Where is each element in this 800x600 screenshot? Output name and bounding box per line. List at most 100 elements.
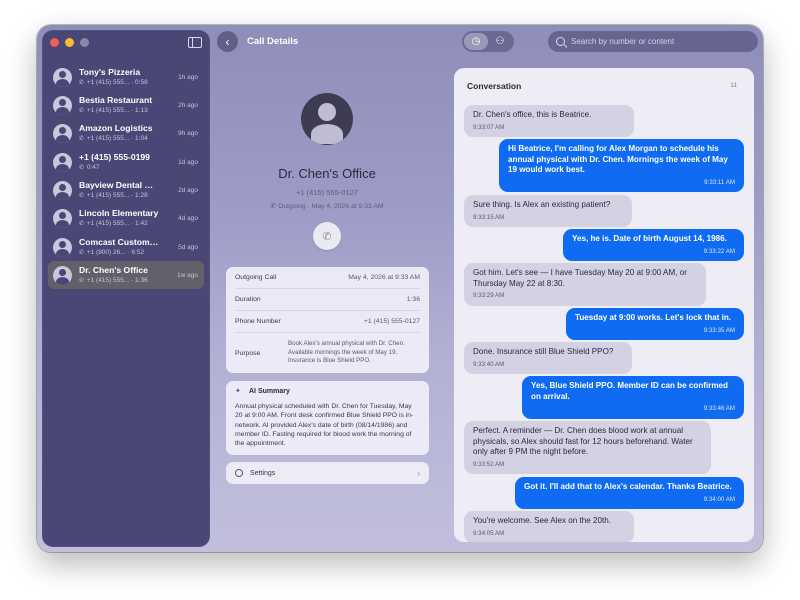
- search-input[interactable]: Search by number or content: [548, 31, 758, 52]
- call-meta: ✆ Outgoing · May 4, 2026 at 9:33 AM: [227, 202, 427, 210]
- message-outgoing: Yes, Blue Shield PPO. Member ID can be c…: [522, 376, 744, 419]
- call-name: +1 (415) 555-0199: [79, 151, 150, 162]
- message-incoming: Perfect. A reminder — Dr. Chen does bloo…: [464, 421, 711, 475]
- info-value: May 4, 2026 at 9:33 AM: [348, 274, 420, 281]
- minimize-dot[interactable]: [65, 38, 74, 47]
- message-incoming: You're welcome. See Alex on the 20th. 9:…: [464, 511, 634, 542]
- search-placeholder: Search by number or content: [571, 37, 675, 46]
- call-list-item[interactable]: Tony's Pizzeria ✆ +1 (415) 555... · 0:58…: [48, 63, 204, 91]
- gear-icon: [235, 469, 243, 477]
- settings-label: Settings: [250, 469, 276, 477]
- call-time: 1w ago: [177, 271, 198, 279]
- info-value: Book Alex's annual physical with Dr. Che…: [288, 340, 405, 365]
- call-list-item[interactable]: +1 (415) 555-0199 ✆ 0:47 1d ago: [48, 148, 204, 176]
- ai-summary-title: AI Summary: [249, 387, 290, 395]
- back-button[interactable]: ‹: [217, 31, 238, 52]
- ai-summary-body: Annual physical scheduled with Dr. Chen …: [235, 403, 414, 448]
- message-text: Dr. Chen's office, this is Beatrice.: [473, 110, 592, 119]
- call-list-item[interactable]: Lincoln Elementary ✆ +1 (415) 555... · 1…: [48, 205, 204, 233]
- call-time: 5d ago: [178, 243, 198, 251]
- chevron-right-icon: ›: [417, 468, 420, 478]
- message-incoming: Dr. Chen's office, this is Beatrice. 9:3…: [464, 105, 634, 138]
- contact-phone: +1 (415) 555-0127: [296, 188, 358, 197]
- search-icon: [556, 37, 565, 46]
- call-list: Tony's Pizzeria ✆ +1 (415) 555... · 0:58…: [48, 63, 204, 290]
- avatar: [53, 180, 72, 200]
- call-time: 9h ago: [178, 130, 198, 138]
- avatar: [53, 67, 72, 87]
- call-sub: 0:47: [86, 163, 100, 171]
- info-label: Outgoing Call: [235, 274, 277, 281]
- message-incoming: Got him. Let's see — I have Tuesday May …: [464, 263, 706, 306]
- phone-icon: ✆: [322, 230, 332, 243]
- ai-summary-header: ✦ AI Summary: [235, 387, 420, 396]
- call-list-item[interactable]: Amazon Logistics ✆ +1 (415) 555... · 1:0…: [48, 120, 204, 148]
- window-controls: [50, 38, 89, 47]
- message-text: Yes, Blue Shield PPO. Member ID can be c…: [531, 381, 729, 401]
- call-name: Lincoln Elementary: [79, 208, 159, 219]
- message-time: 9:33:29 AM: [473, 292, 505, 300]
- conversation-panel[interactable]: Conversation 11 Dr. Chen's office, this …: [454, 68, 754, 542]
- call-meta-text: Outgoing · May 4, 2026 at 9:33 AM: [278, 203, 384, 210]
- message-time: 9:33:52 AM: [473, 460, 505, 468]
- message-outgoing: Tuesday at 9:00 works. Let's lock that i…: [566, 308, 744, 341]
- call-sub: +1 (415) 555... · 1:04: [86, 135, 148, 143]
- phone-icon: ✆: [270, 203, 277, 210]
- info-label: Duration: [235, 296, 261, 303]
- phone-icon: ✆: [79, 107, 85, 114]
- call-button[interactable]: ✆: [313, 222, 341, 250]
- phone-icon: ✆: [79, 136, 85, 143]
- call-time: 2h ago: [178, 101, 198, 109]
- call-list-item[interactable]: Bayview Dental Cli... ✆ +1 (415) 555... …: [48, 176, 204, 204]
- app-window: Tony's Pizzeria ✆ +1 (415) 555... · 0:58…: [37, 25, 763, 552]
- info-label: Phone Number: [235, 318, 281, 325]
- message-text: Sure thing. Is Alex an existing patient?: [473, 200, 611, 209]
- info-row: Duration 1:36: [235, 289, 420, 311]
- message-text: Perfect. A reminder — Dr. Chen does bloo…: [473, 426, 693, 457]
- contacts-tab[interactable]: ⚇: [488, 33, 512, 50]
- call-list-item-selected[interactable]: Dr. Chen's Office ✆ +1 (415) 555... · 1:…: [48, 261, 204, 290]
- call-sub: +1 (415) 555... · 1:28: [86, 191, 148, 199]
- call-sub: +1 (415) 555... · 1:36: [86, 276, 148, 284]
- sidebar-toggle-icon[interactable]: [188, 37, 202, 48]
- message-outgoing: Got it. I'll add that to Alex's calendar…: [515, 477, 744, 510]
- call-name: Bayview Dental Cli...: [79, 179, 159, 190]
- avatar: [53, 265, 72, 285]
- call-time: 1d ago: [178, 158, 198, 166]
- message-text: Got it. I'll add that to Alex's calendar…: [524, 482, 732, 491]
- phone-icon: ✆: [79, 192, 85, 199]
- message-outgoing: Yes, he is. Date of birth August 14, 198…: [563, 229, 744, 262]
- message-time: 9:34:05 AM: [473, 529, 505, 537]
- call-time: 2d ago: [178, 186, 198, 194]
- phone-icon: ✆: [79, 277, 85, 284]
- call-name: Amazon Logistics: [79, 123, 153, 134]
- message-outgoing: Hi Beatrice, I'm calling for Alex Morgan…: [499, 139, 744, 193]
- call-name: Dr. Chen's Office: [79, 264, 148, 275]
- message-time: 9:33:15 AM: [473, 213, 505, 221]
- message-time: 9:33:46 AM: [703, 405, 735, 413]
- message-text: Got him. Let's see — I have Tuesday May …: [473, 268, 687, 288]
- message-time: 9:33:22 AM: [703, 247, 735, 255]
- view-toggle: ◷ ⚇: [462, 31, 514, 52]
- call-list-item[interactable]: Comcast Custome... ✆ +1 (800) 26... · 6:…: [48, 233, 204, 261]
- back-icon: ‹: [225, 34, 230, 49]
- settings-row[interactable]: Settings ›: [226, 462, 429, 484]
- message-time: 9:33:35 AM: [703, 326, 735, 334]
- info-row: Outgoing Call May 4, 2026 at 9:33 AM: [235, 267, 420, 289]
- history-tab[interactable]: ◷: [464, 33, 488, 50]
- call-name: Bestia Restaurant: [79, 94, 153, 105]
- message-incoming: Done. Insurance still Blue Shield PPO? 9…: [464, 342, 632, 375]
- person-icon: [301, 93, 353, 145]
- contact-name: Dr. Chen's Office: [278, 166, 376, 181]
- zoom-dot[interactable]: [80, 38, 89, 47]
- message-time: 9:33:40 AM: [473, 360, 505, 368]
- call-sub: +1 (800) 26... · 6:52: [86, 248, 145, 256]
- phone-icon: ✆: [79, 79, 85, 86]
- call-sub: +1 (415) 555... · 1:13: [86, 106, 148, 114]
- info-value: +1 (415) 555-0127: [363, 318, 420, 325]
- message-time: 9:33:11 AM: [704, 178, 735, 186]
- close-dot[interactable]: [50, 38, 59, 47]
- call-list-item[interactable]: Bestia Restaurant ✆ +1 (415) 555... · 1:…: [48, 91, 204, 119]
- avatar: [53, 209, 72, 229]
- call-name: Comcast Custome...: [79, 236, 159, 247]
